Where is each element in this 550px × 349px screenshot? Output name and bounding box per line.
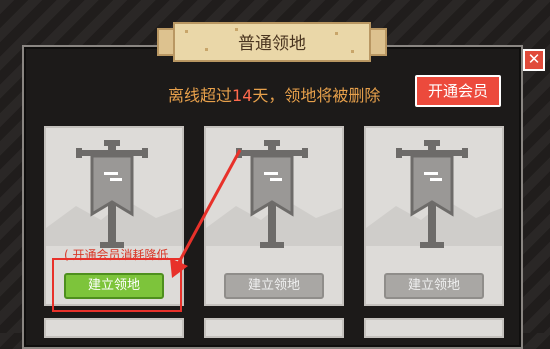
arrow-pointer-icon (170, 149, 242, 278)
